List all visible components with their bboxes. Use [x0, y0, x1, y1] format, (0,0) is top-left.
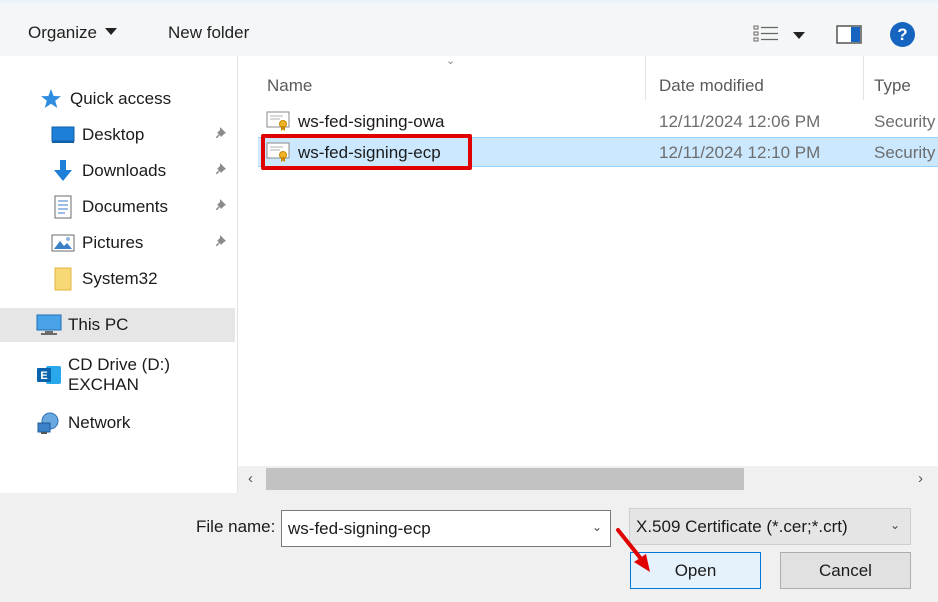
nav-item-label: Pictures — [82, 233, 144, 252]
desktop-icon — [50, 123, 76, 147]
toolbar: Organize New folder ? — [0, 0, 938, 56]
sort-indicator-icon: ⌄ — [446, 55, 456, 67]
column-header-name[interactable]: Name — [267, 76, 312, 96]
nav-item-label: Network — [68, 413, 131, 432]
file-list: ⌄ Name Date modified Type ws-fed-signing… — [238, 55, 938, 466]
scroll-left-icon[interactable]: ‹ — [248, 470, 253, 487]
file-name-input[interactable]: ws-fed-signing-ecp ⌄ — [281, 510, 611, 547]
nav-item-cd-drive[interactable]: E CD Drive (D:) EXCHAN — [36, 355, 237, 394]
nav-item-label: Desktop — [82, 125, 145, 144]
svg-text:E: E — [40, 370, 47, 382]
file-type-select[interactable]: X.509 Certificate (*.cer;*.crt) ⌄ — [629, 508, 911, 545]
certificate-icon — [266, 110, 290, 137]
nav-item-downloads[interactable]: Downloads — [50, 154, 236, 188]
file-type: Security — [874, 143, 936, 162]
pin-icon[interactable] — [214, 197, 230, 218]
column-divider[interactable] — [645, 56, 646, 100]
file-type: Security — [874, 112, 936, 131]
nav-item-desktop[interactable]: Desktop — [50, 118, 236, 152]
nav-item-label: Downloads — [82, 161, 167, 180]
scrollbar-thumb[interactable] — [266, 468, 744, 490]
documents-icon — [50, 195, 76, 219]
preview-pane-icon[interactable] — [836, 25, 862, 50]
column-header-date[interactable]: Date modified — [659, 76, 764, 96]
nav-item-network[interactable]: Network — [36, 406, 130, 440]
pin-icon[interactable] — [214, 125, 230, 146]
horizontal-scrollbar[interactable]: ‹ › — [238, 466, 938, 493]
file-date: 12/11/2024 12:06 PM — [659, 112, 821, 131]
file-name-value: ws-fed-signing-ecp — [288, 519, 431, 538]
pictures-icon — [50, 231, 76, 255]
chevron-down-icon[interactable]: ⌄ — [890, 518, 900, 532]
navigation-pane: Quick access Desktop Downloads Documents — [0, 56, 238, 493]
organize-label: Organize — [28, 23, 97, 42]
download-icon — [50, 159, 76, 183]
annotation-arrow-icon — [612, 524, 656, 581]
file-type-value: X.509 Certificate (*.cer;*.crt) — [636, 517, 848, 536]
help-icon[interactable]: ? — [890, 22, 915, 47]
scroll-right-icon[interactable]: › — [918, 470, 923, 487]
nav-item-this-pc[interactable]: This PC — [0, 308, 235, 342]
pc-icon — [36, 313, 62, 337]
file-date: 12/11/2024 12:10 PM — [659, 143, 821, 162]
annotation-highlight-box — [261, 134, 472, 170]
nav-item-label: Documents — [82, 197, 168, 216]
view-options-chevron-icon[interactable] — [793, 32, 805, 39]
file-name: ws-fed-signing-owa — [298, 112, 445, 131]
chevron-down-icon[interactable]: ⌄ — [592, 520, 602, 534]
nav-item-quick-access[interactable]: Quick access — [38, 82, 171, 116]
nav-item-label: This PC — [68, 315, 129, 334]
star-icon — [38, 87, 64, 111]
folder-icon — [50, 267, 76, 291]
nav-item-system32[interactable]: System32 — [50, 262, 158, 296]
nav-item-label: CD Drive (D:) EXCHAN — [68, 355, 170, 394]
pin-icon[interactable] — [214, 233, 230, 254]
column-divider[interactable] — [863, 56, 864, 100]
nav-item-label: System32 — [82, 269, 158, 288]
view-details-icon[interactable] — [753, 25, 779, 48]
nav-item-label: Quick access — [70, 89, 172, 108]
file-name-label: File name: — [196, 517, 276, 536]
column-header-type[interactable]: Type — [874, 76, 911, 96]
network-icon — [36, 411, 62, 435]
nav-item-documents[interactable]: Documents — [50, 190, 236, 224]
organize-button[interactable]: Organize — [28, 23, 117, 43]
pin-icon[interactable] — [214, 161, 230, 182]
file-row-owa[interactable]: ws-fed-signing-owa 12/11/2024 12:06 PM S… — [258, 107, 938, 137]
exchange-drive-icon: E — [36, 363, 62, 387]
bottom-panel: File name: ws-fed-signing-ecp ⌄ X.509 Ce… — [0, 493, 938, 602]
chevron-down-icon — [104, 28, 117, 35]
new-folder-button[interactable]: New folder — [168, 23, 249, 43]
nav-item-pictures[interactable]: Pictures — [50, 226, 236, 260]
cancel-button[interactable]: Cancel — [780, 552, 911, 589]
